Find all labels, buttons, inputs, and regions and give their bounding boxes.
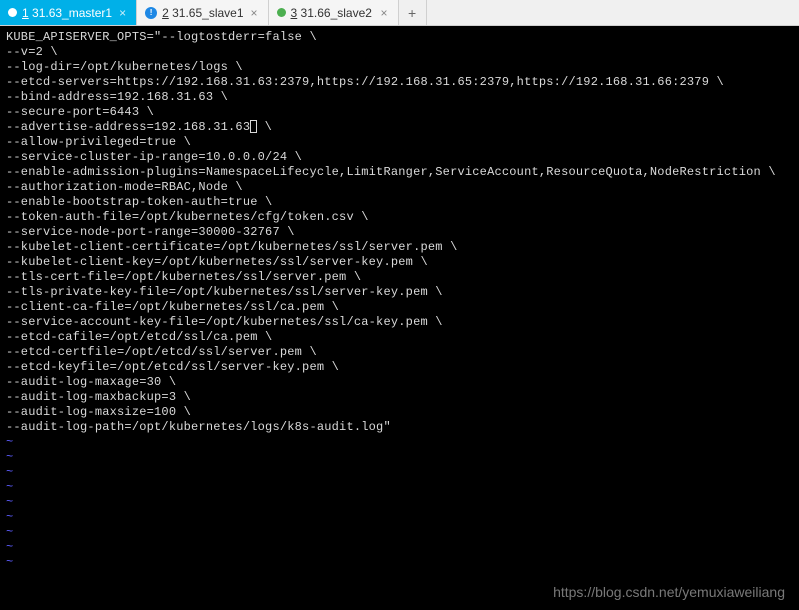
tab-label: 2 31.65_slave1: [162, 6, 243, 20]
empty-line-tilde: ~: [6, 435, 793, 450]
terminal-line: --token-auth-file=/opt/kubernetes/cfg/to…: [6, 210, 793, 225]
empty-line-tilde: ~: [6, 480, 793, 495]
empty-line-tilde: ~: [6, 465, 793, 480]
terminal-line: --v=2 \: [6, 45, 793, 60]
terminal-line: --kubelet-client-certificate=/opt/kubern…: [6, 240, 793, 255]
terminal-line: --allow-privileged=true \: [6, 135, 793, 150]
tab-label: 1 31.63_master1: [22, 6, 112, 20]
status-dot-icon: [8, 8, 17, 17]
terminal-line: --etcd-certfile=/opt/etcd/ssl/server.pem…: [6, 345, 793, 360]
empty-line-tilde: ~: [6, 495, 793, 510]
terminal-line: --service-cluster-ip-range=10.0.0.0/24 \: [6, 150, 793, 165]
cursor-icon: [250, 120, 257, 133]
terminal-line: KUBE_APISERVER_OPTS="--logtostderr=false…: [6, 30, 793, 45]
terminal-line: --log-dir=/opt/kubernetes/logs \: [6, 60, 793, 75]
tab-31.65_slave1[interactable]: ! 2 31.65_slave1 ×: [137, 0, 268, 25]
tab-label: 3 31.66_slave2: [291, 6, 374, 20]
empty-line-tilde: ~: [6, 510, 793, 525]
tab-31.63_master1[interactable]: 1 31.63_master1 ×: [0, 0, 137, 25]
status-dot-icon: [277, 8, 286, 17]
terminal-line: --service-account-key-file=/opt/kubernet…: [6, 315, 793, 330]
terminal-line: --authorization-mode=RBAC,Node \: [6, 180, 793, 195]
terminal-line: --tls-cert-file=/opt/kubernetes/ssl/serv…: [6, 270, 793, 285]
add-tab-button[interactable]: +: [399, 0, 427, 25]
terminal-line: --kubelet-client-key=/opt/kubernetes/ssl…: [6, 255, 793, 270]
close-icon[interactable]: ×: [379, 6, 390, 20]
terminal-line: --etcd-keyfile=/opt/etcd/ssl/server-key.…: [6, 360, 793, 375]
empty-line-tilde: ~: [6, 525, 793, 540]
tab-31.66_slave2[interactable]: 3 31.66_slave2 ×: [269, 0, 399, 25]
terminal-line: --audit-log-path=/opt/kubernetes/logs/k8…: [6, 420, 793, 435]
terminal-line: --client-ca-file=/opt/kubernetes/ssl/ca.…: [6, 300, 793, 315]
empty-line-tilde: ~: [6, 450, 793, 465]
terminal-line: --etcd-cafile=/opt/etcd/ssl/ca.pem \: [6, 330, 793, 345]
terminal-line: --bind-address=192.168.31.63 \: [6, 90, 793, 105]
terminal-line: --tls-private-key-file=/opt/kubernetes/s…: [6, 285, 793, 300]
terminal-line: --secure-port=6443 \: [6, 105, 793, 120]
close-icon[interactable]: ×: [117, 6, 128, 20]
empty-line-tilde: ~: [6, 540, 793, 555]
terminal-line: --etcd-servers=https://192.168.31.63:237…: [6, 75, 793, 90]
terminal-line: --audit-log-maxsize=100 \: [6, 405, 793, 420]
terminal-line: --audit-log-maxage=30 \: [6, 375, 793, 390]
terminal-line: --enable-bootstrap-token-auth=true \: [6, 195, 793, 210]
terminal-viewport[interactable]: KUBE_APISERVER_OPTS="--logtostderr=false…: [0, 26, 799, 610]
terminal-line: --advertise-address=192.168.31.63 \: [6, 120, 793, 135]
terminal-line: --service-node-port-range=30000-32767 \: [6, 225, 793, 240]
close-icon[interactable]: ×: [249, 6, 260, 20]
terminal-line: --audit-log-maxbackup=3 \: [6, 390, 793, 405]
status-dot-icon: !: [145, 7, 157, 19]
empty-line-tilde: ~: [6, 555, 793, 570]
terminal-line: --enable-admission-plugins=NamespaceLife…: [6, 165, 793, 180]
tab-bar: 1 31.63_master1×!2 31.65_slave1×3 31.66_…: [0, 0, 799, 26]
